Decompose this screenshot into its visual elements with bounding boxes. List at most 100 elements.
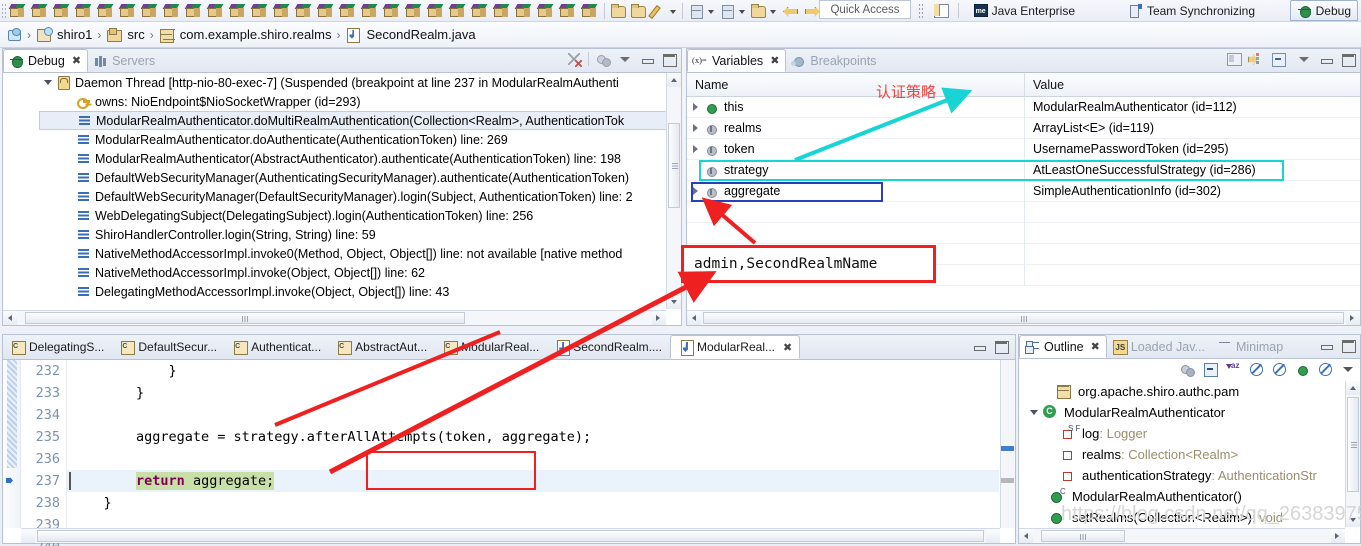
view-menu-circles-icon[interactable] (595, 51, 611, 67)
editor-tab-authenticat[interactable]: Authenticat... (225, 335, 329, 359)
scroll-thumb[interactable] (1041, 530, 1125, 542)
quick-access-input[interactable]: Quick Access (819, 0, 911, 19)
tree-item-frame[interactable]: DefaultWebSecurityManager(Authenticating… (3, 168, 681, 187)
tab-variables[interactable]: Variables ✖ (687, 49, 787, 72)
open-type-icon[interactable] (628, 2, 648, 20)
tab-outline[interactable]: Outline ✖ (1019, 335, 1107, 358)
tree-item-frame[interactable]: WebDelegatingSubject(DelegatingSubject).… (3, 206, 681, 225)
perspective-java-enterprise[interactable]: me Java Enterprise (968, 0, 1081, 21)
outline-item-field-realms[interactable]: realms : Collection<Realm> (1019, 444, 1345, 465)
external-tools-icon[interactable] (748, 2, 768, 20)
tree-item-frame[interactable]: ShiroHandlerController.login(String, Str… (3, 225, 681, 244)
collapse-all-icon[interactable] (1202, 361, 1218, 377)
tree-item-frame[interactable]: NativeMethodAccessorImpl.invoke0(Method,… (3, 244, 681, 263)
hide-fields-icon[interactable] (1248, 361, 1264, 377)
toolbar-cube-icon[interactable] (271, 1, 293, 21)
close-icon[interactable]: ✖ (783, 341, 792, 354)
perspective-team-synchronizing[interactable]: Team Synchronizing (1123, 0, 1261, 21)
minimize-icon[interactable] (1318, 337, 1334, 353)
toolbar-cube-icon[interactable] (359, 1, 381, 21)
run-dropdown-icon[interactable] (737, 2, 748, 20)
editor-tab-modularreal-class[interactable]: ModularReal... (435, 335, 547, 359)
toolbar-cube-icon[interactable] (403, 1, 425, 21)
table-row[interactable]: token UsernamePasswordToken (id=295) (687, 138, 1360, 160)
column-header-name[interactable]: Name (687, 73, 1025, 97)
sort-icon[interactable] (1225, 361, 1241, 377)
scroll-up-icon[interactable] (1346, 381, 1360, 395)
breadcrumb-item-file[interactable]: SecondRealm.java (345, 27, 476, 43)
breadcrumb-item-project[interactable]: shiro1 (36, 26, 92, 43)
pen-dropdown-icon[interactable] (668, 2, 679, 20)
edit-pen-icon[interactable] (648, 2, 668, 20)
toolbar-cube-icon[interactable] (73, 1, 95, 21)
toolbar-cube-icon[interactable] (29, 1, 51, 21)
minimize-icon[interactable] (1318, 51, 1334, 67)
toolbar-cube-icon[interactable] (557, 1, 579, 21)
tab-breakpoints[interactable]: Breakpoints (786, 49, 883, 72)
show-logical-structure-icon[interactable] (1226, 51, 1242, 67)
hide-local-types-icon[interactable] (1317, 361, 1333, 377)
editor-tab-defaultsecurity[interactable]: DefaultSecur... (112, 335, 225, 359)
scroll-left-icon[interactable] (3, 311, 17, 325)
table-row-empty[interactable] (687, 201, 1360, 223)
toolbar-cube-icon[interactable] (117, 1, 139, 21)
maximize-icon[interactable] (1340, 51, 1356, 67)
variables-horizontal-scrollbar[interactable] (687, 310, 1360, 325)
hide-nonpublic-icon[interactable] (1294, 361, 1310, 377)
outline-item-field-strategy[interactable]: authenticationStrategy : AuthenticationS… (1019, 465, 1345, 486)
toolbar-cube-icon[interactable] (51, 1, 73, 21)
scroll-right-icon[interactable] (652, 311, 666, 325)
column-header-value[interactable]: Value (1025, 78, 1360, 92)
toolbar-cube-icon[interactable] (161, 1, 183, 21)
toolbar-cube-icon[interactable] (491, 1, 513, 21)
outline-horizontal-scrollbar[interactable] (1019, 528, 1345, 543)
open-perspective-button[interactable] (931, 2, 951, 19)
debug-stack-tree[interactable]: Daemon Thread [http-nio-80-exec-7] (Susp… (3, 73, 681, 325)
editor-horizontal-scrollbar[interactable] (21, 528, 1000, 543)
external-tools-dropdown-icon[interactable] (768, 2, 779, 20)
editor-body[interactable]: 232 233 234 235 236 237 238 239 240 } } … (3, 360, 1015, 546)
tree-item-thread[interactable]: Daemon Thread [http-nio-80-exec-7] (Susp… (3, 73, 681, 92)
toolbar-cube-icon[interactable] (7, 1, 29, 21)
toolbar-cube-icon[interactable] (513, 1, 535, 21)
editor-code[interactable]: } } aggregate = strategy.afterAllAttempt… (67, 360, 999, 528)
tree-item-frame[interactable]: DelegatingMethodAccessorImpl.invoke(Obje… (3, 282, 681, 301)
open-folder-icon[interactable] (608, 2, 628, 20)
expand-twisty-icon[interactable] (687, 118, 704, 139)
scroll-thumb[interactable] (25, 312, 465, 324)
toolbar-cube-icon[interactable] (315, 1, 337, 21)
debug-run-icon[interactable] (686, 2, 706, 20)
view-menu-icon[interactable] (617, 51, 633, 67)
scroll-up-icon[interactable] (667, 73, 681, 87)
view-menu-circles-icon[interactable] (1179, 361, 1195, 377)
expand-twisty-icon[interactable] (687, 139, 704, 160)
table-row-strategy[interactable]: strategy AtLeastOneSuccessfulStrategy (i… (687, 159, 1360, 181)
debug-horizontal-scrollbar[interactable] (3, 310, 666, 325)
scroll-left-icon[interactable] (687, 311, 701, 325)
outline-item-package[interactable]: org.apache.shiro.authc.pam (1019, 381, 1345, 402)
tree-item-frame[interactable]: ModularRealmAuthenticator(AbstractAuthen… (3, 149, 681, 168)
scroll-thumb[interactable] (668, 123, 680, 208)
maximize-icon[interactable] (661, 51, 677, 67)
toolbar-cube-icon[interactable] (381, 1, 403, 21)
run-icon[interactable] (717, 2, 737, 20)
toolbar-cube-icon[interactable] (337, 1, 359, 21)
scroll-down-icon[interactable] (1346, 513, 1360, 527)
toolbar-cube-icon[interactable] (205, 1, 227, 21)
editor-tab-secondrealm[interactable]: SecondRealm.... (547, 335, 670, 359)
perspective-debug[interactable]: Debug (1289, 0, 1358, 21)
scroll-thumb[interactable] (37, 530, 984, 542)
table-row[interactable]: realms ArrayList<E> (id=119) (687, 117, 1360, 139)
editor-vertical-scrollbar[interactable] (1000, 360, 1015, 528)
table-row[interactable]: this ModularRealmAuthenticator (id=112) (687, 96, 1360, 118)
expand-twisty-icon[interactable] (39, 73, 55, 92)
toolbar-cube-icon[interactable] (447, 1, 469, 21)
scroll-right-icon[interactable] (986, 529, 1000, 543)
tree-item-frame[interactable]: ModularRealmAuthenticator.doAuthenticate… (3, 130, 681, 149)
scroll-left-icon[interactable] (1019, 529, 1033, 543)
view-menu-icon[interactable] (1296, 51, 1312, 67)
toolbar-grip[interactable] (1, 2, 6, 19)
minimize-icon[interactable] (971, 338, 987, 354)
tab-servers[interactable]: Servers (88, 49, 162, 72)
breadcrumb-item-home[interactable] (6, 27, 22, 43)
